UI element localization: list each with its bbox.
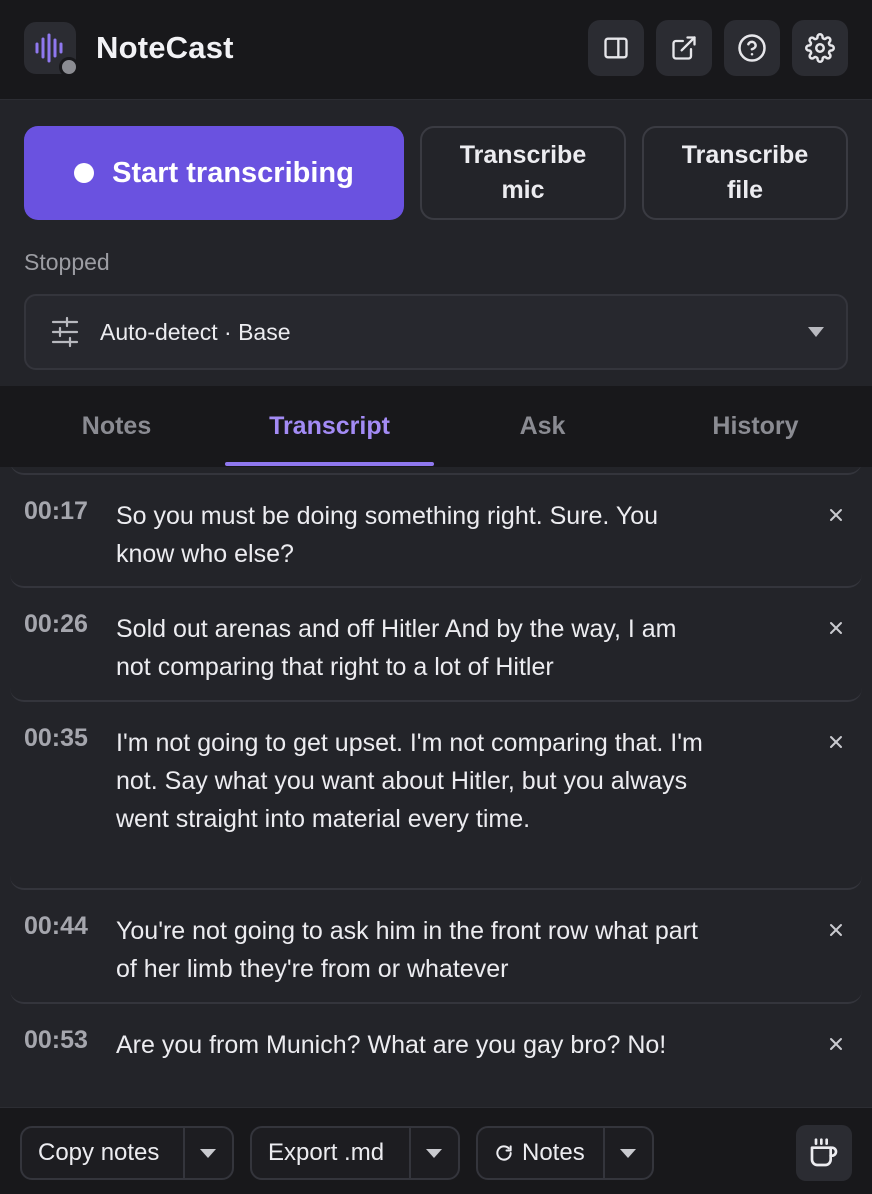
copy-notes-dropdown[interactable]: [182, 1128, 232, 1178]
transcript-list[interactable]: 00:17 So you must be doing something rig…: [0, 467, 872, 1107]
open-external-button[interactable]: [656, 20, 712, 76]
coffee-icon: [810, 1138, 838, 1167]
export-md-label: Export .md: [268, 1139, 385, 1166]
transcript-entry: 00:35 I'm not going to get upset. I'm no…: [10, 724, 862, 890]
start-transcribing-button[interactable]: Start transcribing: [24, 126, 404, 220]
notes-dropdown[interactable]: [602, 1128, 652, 1178]
transcript-text: You're not going to ask him in the front…: [116, 917, 698, 983]
chevron-down-icon: [200, 1148, 217, 1158]
timestamp[interactable]: 00:17: [24, 497, 88, 526]
transcript-entry: 00:53 Are you from Munich? What are you …: [10, 1026, 862, 1086]
timestamp[interactable]: 00:44: [24, 912, 88, 941]
footer-toolbar: Copy notes Export .md Notes: [0, 1107, 872, 1194]
tab-transcript[interactable]: Transcript: [223, 386, 436, 467]
transcript-entry: 00:26 Sold out arenas and off Hitler And…: [10, 610, 862, 702]
transcript-entry: 00:17 So you must be doing something rig…: [10, 497, 862, 588]
sliders-icon: [51, 316, 79, 348]
close-icon[interactable]: [828, 734, 844, 750]
tab-bar: Notes Transcript Ask History: [0, 386, 872, 467]
transcribe-mic-label: Transcribe mic: [459, 141, 587, 204]
export-md-dropdown[interactable]: [408, 1128, 458, 1178]
transcript-text: Sold out arenas and off Hitler And by th…: [116, 615, 677, 681]
status-dot: [59, 57, 79, 77]
support-button[interactable]: [796, 1125, 852, 1181]
refresh-icon: [496, 1145, 512, 1161]
toggle-sidebar-button[interactable]: [588, 20, 644, 76]
chevron-down-icon: [426, 1148, 443, 1158]
notes-generate-group: Notes: [476, 1126, 654, 1180]
copy-notes-label: Copy notes: [38, 1139, 160, 1166]
active-tab-indicator: [225, 462, 434, 466]
transcript-text: Are you from Munich? What are you gay br…: [116, 1031, 667, 1059]
export-md-button[interactable]: Export .md: [252, 1128, 409, 1178]
close-icon[interactable]: [828, 1036, 844, 1052]
gear-icon: [805, 33, 835, 63]
notes-label: Notes: [522, 1139, 585, 1166]
close-icon[interactable]: [828, 620, 844, 636]
transcribe-file-button[interactable]: Transcribe file: [642, 126, 848, 220]
start-transcribing-label: Start transcribing: [112, 156, 354, 189]
export-md-group: Export .md: [250, 1126, 460, 1180]
record-dot-icon: [74, 163, 95, 183]
close-icon[interactable]: [828, 922, 844, 938]
help-icon: [738, 34, 766, 62]
sidebar-panel-icon: [604, 37, 628, 59]
app-logo: [24, 22, 79, 77]
transcript-entry: 00:44 You're not going to ask him in the…: [10, 912, 862, 1004]
regenerate-notes-button[interactable]: Notes: [478, 1128, 603, 1178]
language-model-value: Auto-detect · Base: [100, 319, 291, 345]
copy-notes-group: Copy notes: [20, 1126, 234, 1180]
tab-history[interactable]: History: [649, 386, 862, 467]
tab-notes[interactable]: Notes: [10, 386, 223, 467]
list-item: [10, 467, 862, 475]
external-link-icon: [672, 36, 696, 60]
tab-ask[interactable]: Ask: [436, 386, 649, 467]
chevron-down-icon: [808, 327, 824, 337]
settings-button[interactable]: [792, 20, 848, 76]
close-icon[interactable]: [828, 507, 844, 523]
transcribe-mic-button[interactable]: Transcribe mic: [420, 126, 626, 220]
controls-panel: Start transcribing Transcribe mic Transc…: [0, 100, 872, 386]
transcribe-file-label: Transcribe file: [681, 141, 809, 204]
timestamp[interactable]: 00:26: [24, 610, 88, 639]
timestamp[interactable]: 00:53: [24, 1026, 88, 1055]
status-text: Stopped: [24, 249, 110, 275]
chevron-down-icon: [620, 1148, 637, 1158]
language-model-select[interactable]: Auto-detect · Base: [24, 294, 848, 370]
timestamp[interactable]: 00:35: [24, 724, 88, 753]
app-title: NoteCast: [96, 30, 234, 65]
app-header: NoteCast: [0, 0, 872, 100]
help-button[interactable]: [724, 20, 780, 76]
copy-notes-button[interactable]: Copy notes: [22, 1128, 183, 1178]
transcript-text: I'm not going to get upset. I'm not comp…: [116, 729, 703, 833]
transcript-text: So you must be doing something right. Su…: [116, 502, 659, 568]
